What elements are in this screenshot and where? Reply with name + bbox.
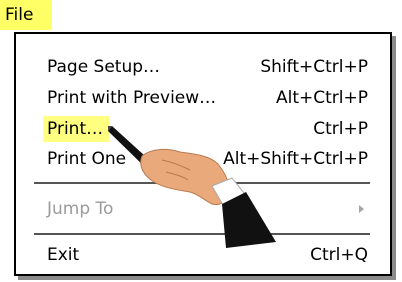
menu-item-label: Print One xyxy=(47,149,127,169)
menu-item-print-with-preview[interactable]: Print with Preview… Alt+Ctrl+P xyxy=(36,85,372,111)
screenshot-stage: File Page Setup… Shift+Ctrl+P Print with… xyxy=(0,0,402,282)
file-dropdown-menu: Page Setup… Shift+Ctrl+P Print with Prev… xyxy=(14,32,392,276)
menu-item-shortcut: Ctrl+P xyxy=(313,119,368,139)
menu-item-print[interactable]: Print… Ctrl+P xyxy=(36,116,372,142)
menu-item-shortcut: Alt+Ctrl+P xyxy=(275,88,368,108)
menu-item-label: Exit xyxy=(47,245,80,265)
menu-separator xyxy=(34,233,370,235)
menu-item-exit[interactable]: Exit Ctrl+Q xyxy=(36,242,372,268)
menu-item-shortcut: Alt+Shift+Ctrl+P xyxy=(223,149,368,169)
file-menu-title[interactable]: File xyxy=(0,0,52,30)
menu-item-label: Print… xyxy=(43,116,110,142)
menu-item-jump-to[interactable]: Jump To xyxy=(36,196,372,222)
menu-item-label: Jump To xyxy=(47,199,114,219)
menu-item-shortcut: Shift+Ctrl+P xyxy=(260,57,368,77)
menu-item-label: Page Setup… xyxy=(47,57,161,77)
menu-separator xyxy=(34,182,370,184)
menu-item-label: Print with Preview… xyxy=(47,88,217,108)
menu-item-page-setup[interactable]: Page Setup… Shift+Ctrl+P xyxy=(36,54,372,80)
chevron-right-icon xyxy=(359,205,364,213)
menu-item-shortcut: Ctrl+Q xyxy=(310,245,368,265)
menu-item-print-one[interactable]: Print One Alt+Shift+Ctrl+P xyxy=(36,146,372,172)
